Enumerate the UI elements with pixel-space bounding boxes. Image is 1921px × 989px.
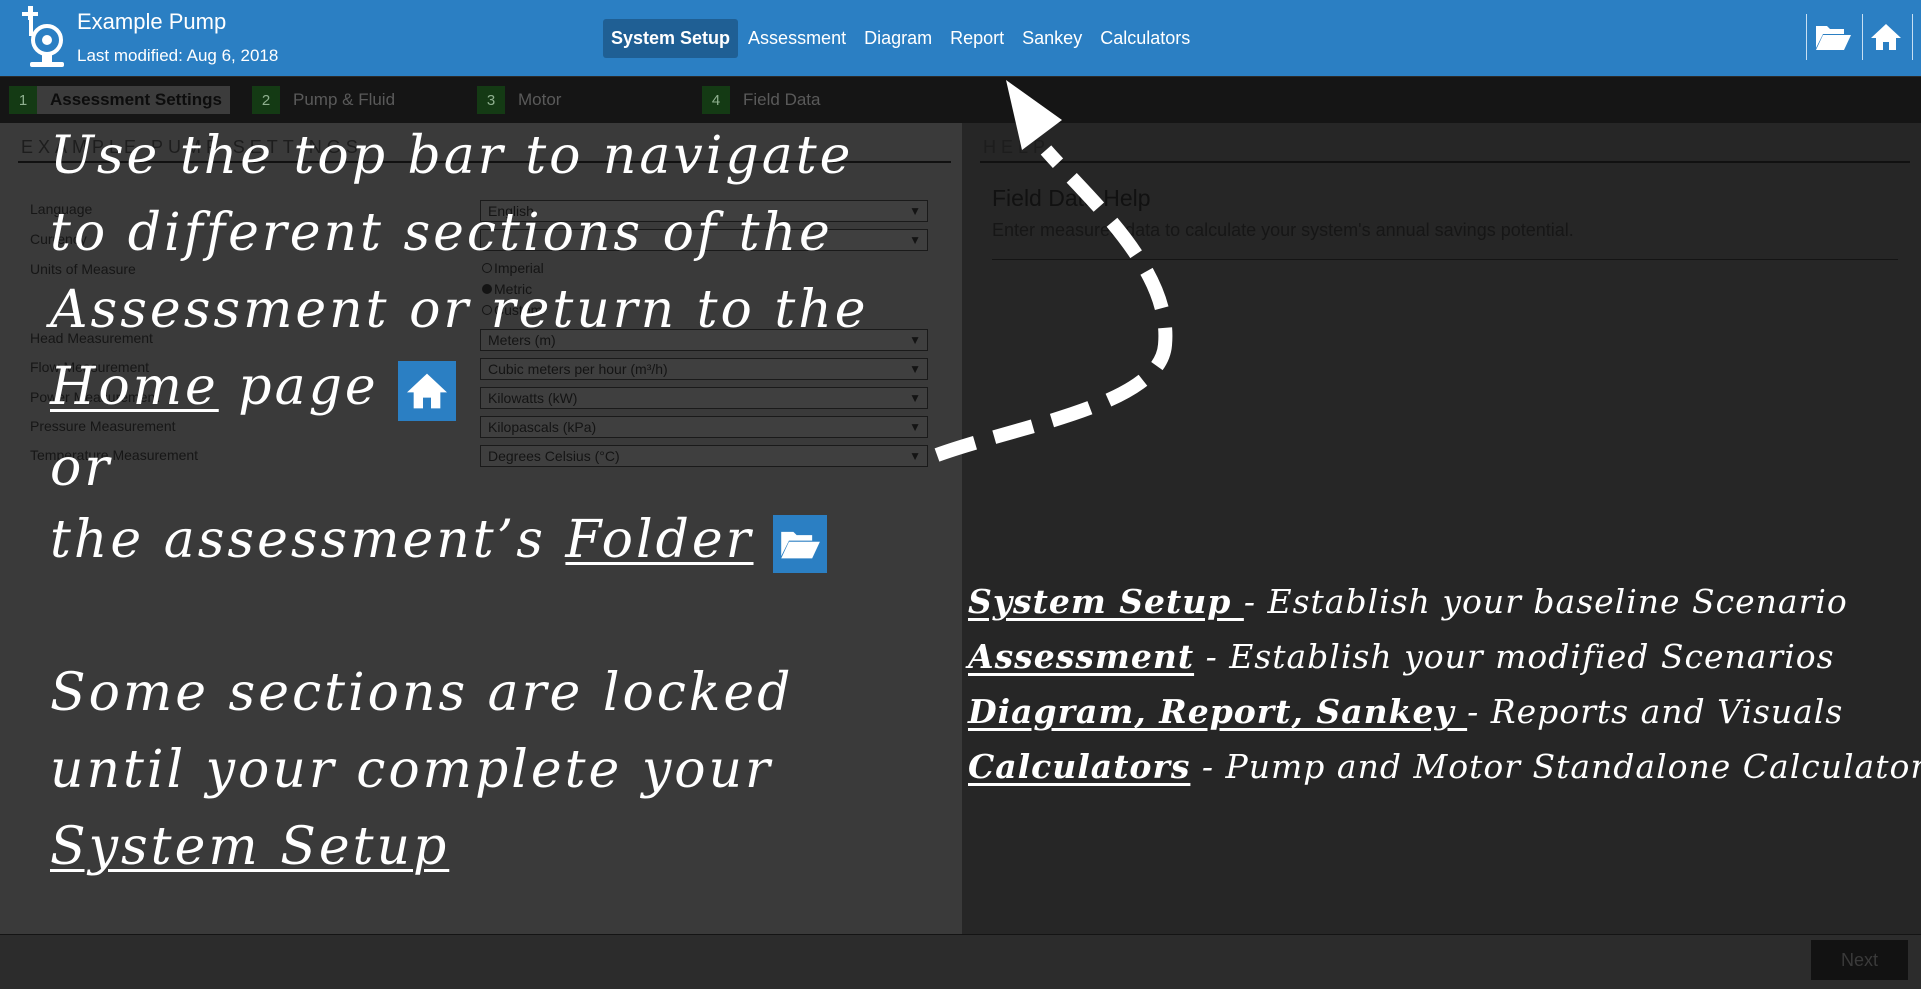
legend-term: Calculators: [968, 747, 1191, 786]
legend-term: Diagram, Report, Sankey: [968, 692, 1468, 731]
tutorial-locked-3: System Setup: [50, 819, 449, 875]
tutorial-locked-1: Some sections are locked: [50, 663, 794, 723]
system-setup-word: System Setup: [50, 817, 450, 877]
tutorial-line-home: Home page: [50, 357, 457, 421]
home-word: Home: [50, 357, 219, 417]
legend-desc: - Establish your baseline Scenario: [1243, 582, 1848, 621]
tutorial-line-1: Use the top bar to navigate: [50, 126, 854, 186]
legend-term: System Setup: [968, 582, 1244, 621]
tutorial-line-folder: the assessment’s Folder: [50, 510, 828, 573]
legend-term: Assessment: [968, 637, 1195, 676]
folder-word: Folder: [565, 510, 754, 570]
legend-item: System Setup - Establish your baseline S…: [968, 582, 1848, 622]
tutorial-line-3: Assessment or return to the: [50, 280, 869, 340]
tutorial-line-or: or: [50, 438, 113, 498]
page-word: page: [238, 357, 379, 417]
legend-desc: - Reports and Visuals: [1467, 692, 1844, 731]
legend-desc: - Establish your modified Scenarios: [1205, 637, 1835, 676]
legend-item: Assessment - Establish your modified Sce…: [968, 637, 1835, 677]
legend-item: Calculators - Pump and Motor Standalone …: [968, 747, 1921, 787]
tutorial-line-2: to different sections of the: [50, 203, 833, 263]
home-icon: [398, 360, 457, 421]
folder-prefix: the assessment’s: [50, 510, 546, 570]
legend-item: Diagram, Report, Sankey - Reports and Vi…: [968, 692, 1843, 732]
folder-open-icon: [773, 514, 828, 573]
legend-desc: - Pump and Motor Standalone Calculators: [1201, 747, 1921, 786]
tutorial-locked-2: until your complete your: [50, 740, 773, 800]
